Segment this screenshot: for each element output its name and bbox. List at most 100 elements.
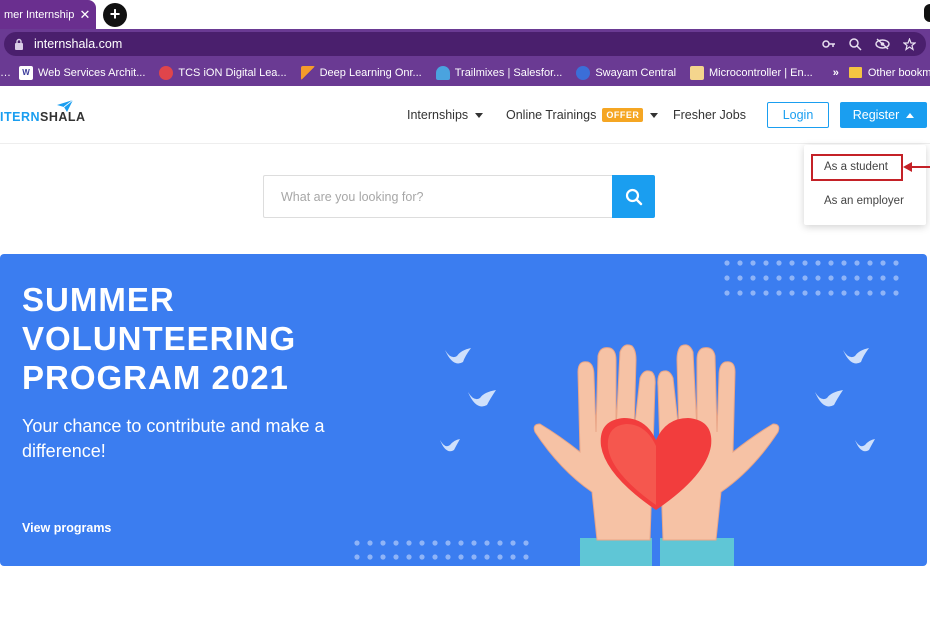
decoration-dot	[393, 540, 399, 546]
logo-text-part1: ITERN	[0, 110, 40, 124]
decoration-dot	[354, 554, 360, 560]
bookmark-overflow-left[interactable]: …	[0, 67, 11, 79]
paper-plane-icon	[57, 100, 73, 112]
chevron-up-icon	[906, 112, 915, 118]
chevron-down-icon	[475, 112, 484, 118]
decoration-dot	[802, 260, 808, 266]
other-bookmarks-label: Other bookma	[867, 66, 930, 79]
decoration-dot	[419, 540, 425, 546]
banner-title-line: SUMMER	[22, 281, 175, 318]
bookmark-item[interactable]: Swayam Central	[576, 65, 676, 80]
decoration-dot	[880, 260, 886, 266]
register-button[interactable]: Register	[840, 102, 927, 128]
address-bar[interactable]: internshala.com	[4, 32, 926, 56]
decoration-dot	[789, 260, 795, 266]
browser-tabstrip: mer Internship ✕ +	[0, 0, 930, 29]
decoration-dot	[497, 554, 503, 560]
nav-internships[interactable]: Internships	[407, 108, 484, 122]
decoration-dot	[763, 290, 769, 296]
decoration-dot	[724, 290, 730, 296]
star-icon[interactable]	[901, 36, 918, 52]
search-button[interactable]	[612, 175, 655, 218]
decoration-dot	[828, 260, 834, 266]
decoration-dot	[776, 260, 782, 266]
browser-tab[interactable]: mer Internship ✕	[0, 0, 96, 29]
banner-subtitle: Your chance to contribute and make a dif…	[22, 416, 325, 461]
register-button-label: Register	[852, 108, 900, 122]
search-icon	[625, 188, 642, 205]
eye-off-icon[interactable]	[874, 36, 891, 52]
register-as-employer[interactable]: As an employer	[824, 195, 904, 207]
login-button[interactable]: Login	[767, 102, 829, 128]
chevron-down-icon	[650, 112, 659, 118]
decoration-dot	[776, 275, 782, 281]
lock-icon	[15, 38, 23, 50]
decoration-dot	[523, 554, 529, 560]
other-bookmarks-folder[interactable]: Other bookma	[848, 66, 930, 79]
site-header: ITERNSHALA Internships Online Trainings …	[0, 86, 930, 144]
decoration-dot	[893, 275, 899, 281]
annotation-highlight-box	[811, 154, 903, 181]
decoration-dot	[763, 275, 769, 281]
screenshot-root: mer Internship ✕ + internshala.com … W W…	[0, 0, 930, 620]
decoration-dot	[367, 554, 373, 560]
decoration-dot	[510, 540, 516, 546]
search-input[interactable]	[263, 175, 613, 218]
profile-icon[interactable]	[924, 4, 930, 22]
decoration-dot	[854, 275, 860, 281]
decoration-dot	[432, 554, 438, 560]
decoration-dot	[815, 260, 821, 266]
internshala-logo[interactable]: ITERNSHALA	[0, 110, 86, 124]
bookmark-label: Microcontroller | En...	[709, 66, 813, 79]
tab-close-icon[interactable]: ✕	[78, 7, 92, 23]
zoom-icon[interactable]	[847, 36, 864, 52]
summer-volunteering-banner[interactable]: SUMMER VOLUNTEERING PROGRAM 2021 Your ch…	[0, 254, 927, 566]
decoration-dot	[406, 554, 412, 560]
deeplearning-icon	[300, 65, 315, 80]
decoration-dot	[471, 554, 477, 560]
bookmark-label: Trailmixes | Salesfor...	[454, 66, 563, 79]
bookmark-item[interactable]: Deep Learning Onr...	[300, 65, 422, 80]
decoration-dot	[724, 260, 730, 266]
key-icon[interactable]	[820, 36, 837, 52]
new-tab-button[interactable]: +	[103, 3, 127, 27]
decoration-dot	[445, 554, 451, 560]
nav-fresher-jobs[interactable]: Fresher Jobs	[673, 108, 746, 122]
decoration-dot	[815, 290, 821, 296]
decoration-dot	[880, 275, 886, 281]
decoration-dot	[750, 290, 756, 296]
bookmark-item[interactable]: Microcontroller | En...	[690, 65, 813, 80]
decoration-dot	[510, 554, 516, 560]
decoration-dot	[380, 554, 386, 560]
decoration-dot	[867, 290, 873, 296]
decoration-dot	[789, 290, 795, 296]
folder-icon	[848, 67, 862, 78]
decoration-dot	[841, 275, 847, 281]
bookmarks-more-icon[interactable]: »	[833, 67, 839, 79]
logo-text-part2: SHALA	[40, 110, 86, 124]
nav-online-trainings-label: Online Trainings	[506, 108, 597, 122]
decoration-dot	[737, 290, 743, 296]
annotation-arrow-icon	[903, 162, 930, 172]
view-programs-link[interactable]: View programs	[22, 521, 111, 535]
bookmark-label: Web Services Archit...	[38, 66, 146, 79]
bookmark-item[interactable]: Trailmixes | Salesfor...	[435, 65, 563, 80]
decoration-dot	[724, 275, 730, 281]
banner-title: SUMMER VOLUNTEERING PROGRAM 2021	[22, 280, 362, 397]
bookmark-item[interactable]: TCS iON Digital Lea...	[159, 65, 287, 80]
banner-title-line: PROGRAM 2021	[22, 359, 289, 396]
nav-online-trainings[interactable]: Online Trainings OFFER	[506, 108, 659, 122]
nav-internships-label: Internships	[407, 108, 469, 122]
decoration-dot	[789, 275, 795, 281]
bookmark-label: Deep Learning Onr...	[319, 66, 422, 79]
decoration-dot	[419, 554, 425, 560]
decoration-dot	[393, 554, 399, 560]
banner-title-line: VOLUNTEERING	[22, 320, 297, 357]
bookmark-item[interactable]: W Web Services Archit...	[19, 65, 146, 80]
decoration-dot	[380, 540, 386, 546]
tcs-icon	[159, 65, 174, 80]
decoration-dot	[737, 260, 743, 266]
bookmarks-bar: … W Web Services Archit... TCS iON Digit…	[0, 59, 930, 86]
hands-heart-illustration	[354, 260, 899, 566]
decoration-dot	[828, 275, 834, 281]
